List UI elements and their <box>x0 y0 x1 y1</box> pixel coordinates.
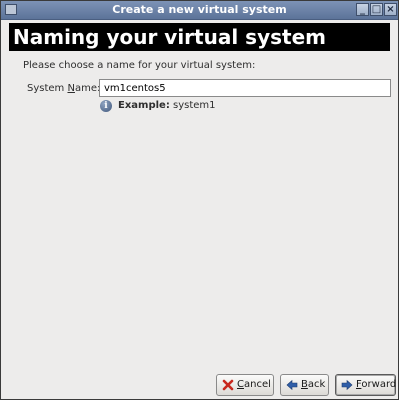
back-button-label: Back <box>301 379 326 390</box>
system-name-label-mnemonic: N <box>67 83 75 94</box>
title-bar[interactable]: Create a new virtual system _ □ × <box>1 1 398 20</box>
system-name-label: System Name: <box>27 83 100 94</box>
back-arrow-icon <box>286 379 298 391</box>
cancel-button-label: Cancel <box>237 379 271 390</box>
forward-button-label: Forward <box>356 379 397 390</box>
forward-button[interactable]: Forward <box>335 374 396 396</box>
system-name-label-part1: System <box>27 83 68 94</box>
cancel-button[interactable]: Cancel <box>216 374 274 396</box>
instruction-text: Please choose a name for your virtual sy… <box>23 60 256 71</box>
system-name-input[interactable] <box>99 79 391 97</box>
forward-arrow-icon <box>341 379 353 391</box>
example-label: Example: <box>118 100 170 111</box>
dialog-window: Create a new virtual system _ □ × Naming… <box>0 0 399 400</box>
page-header-banner: Naming your virtual system <box>9 23 390 51</box>
example-hint: Example: system1 <box>118 100 216 111</box>
cancel-icon <box>222 379 234 391</box>
system-name-label-part2: ame: <box>74 83 101 94</box>
window-title: Create a new virtual system <box>112 3 287 16</box>
close-button[interactable]: × <box>384 3 397 16</box>
info-icon: i <box>100 100 112 112</box>
maximize-button[interactable]: □ <box>370 3 383 16</box>
minimize-button[interactable]: _ <box>356 3 369 16</box>
page-title: Naming your virtual system <box>13 25 326 49</box>
back-button[interactable]: Back <box>280 374 329 396</box>
example-value: system1 <box>169 100 216 111</box>
